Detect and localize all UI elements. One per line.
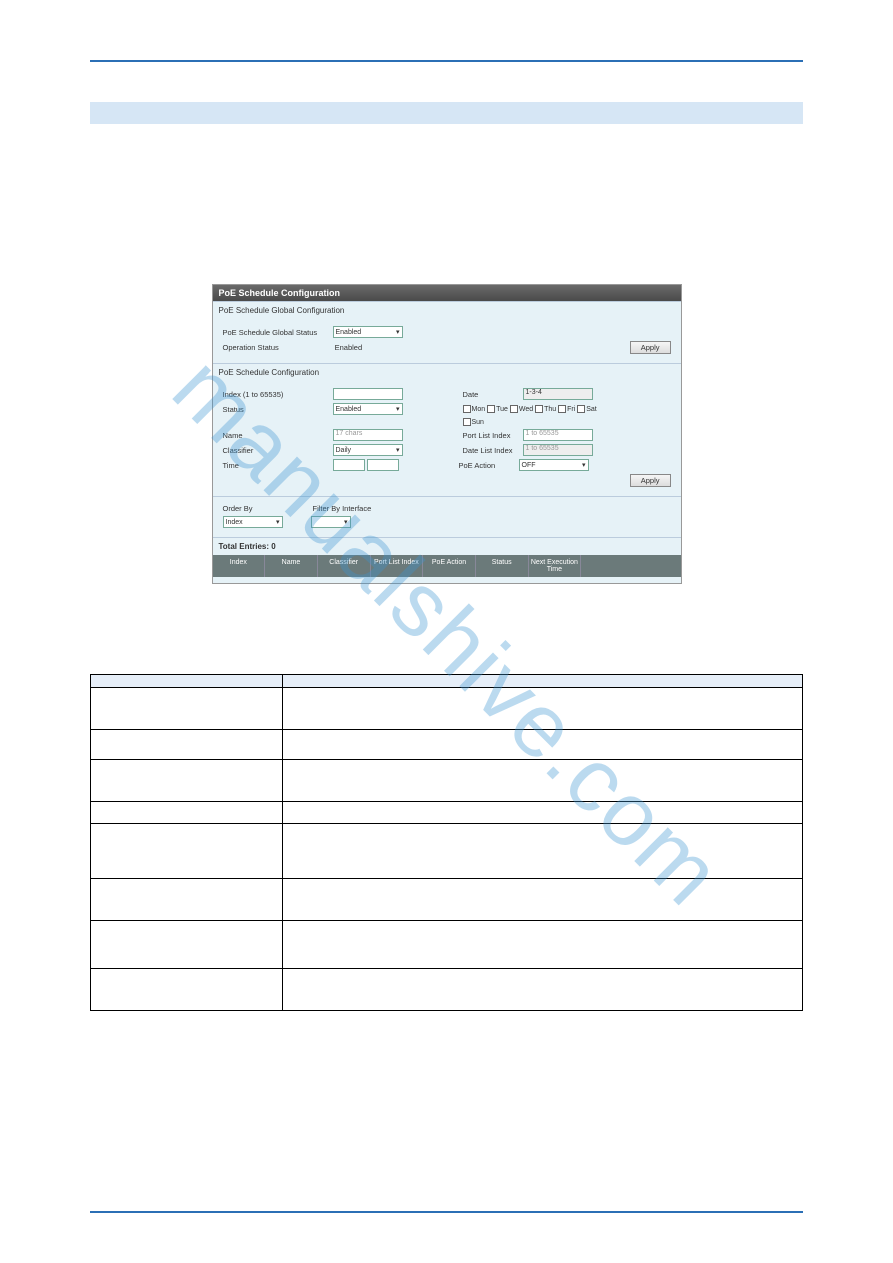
thu-checkbox[interactable]: [535, 405, 543, 413]
date-label: Date: [463, 390, 523, 399]
param-cell: [283, 730, 803, 760]
param-cell: [283, 879, 803, 921]
table-header-row: Index Name Classifier Port List Index Po…: [213, 555, 681, 577]
index-input[interactable]: [333, 388, 403, 400]
hdr-poeaction: PoE Action: [423, 555, 476, 577]
param-cell: [91, 802, 283, 824]
hdr-next: Next Execution Time: [529, 555, 582, 577]
days-checkboxes: Mon Tue Wed Thu Fri Sat: [463, 405, 663, 413]
param-cell: [283, 688, 803, 730]
param-cell: [91, 730, 283, 760]
table-row: [91, 824, 803, 879]
filter-select[interactable]: [311, 516, 351, 528]
portlist-label: Port List Index: [463, 431, 523, 440]
name-input[interactable]: 17 chars: [333, 429, 403, 441]
param-cell: [91, 969, 283, 1011]
table-row: [91, 921, 803, 969]
table-row: [91, 688, 803, 730]
apply-button-global[interactable]: Apply: [630, 341, 671, 354]
figure-section-config: PoE Schedule Configuration: [213, 363, 681, 381]
param-cell: [91, 824, 283, 879]
param-head-2: [283, 675, 803, 688]
hdr-status: Status: [476, 555, 529, 577]
datelist-input[interactable]: 1 to 65535: [523, 444, 593, 456]
status-select[interactable]: Enabled: [333, 403, 403, 415]
time-input-2[interactable]: [367, 459, 399, 471]
figure-title: PoE Schedule Configuration: [213, 285, 681, 301]
sat-checkbox[interactable]: [577, 405, 585, 413]
param-cell: [283, 969, 803, 1011]
wed-checkbox[interactable]: [510, 405, 518, 413]
sun-checkbox[interactable]: [463, 418, 471, 426]
hdr-index: Index: [213, 555, 266, 577]
sun-row: Sun: [463, 418, 484, 426]
poe-schedule-figure: PoE Schedule Configuration PoE Schedule …: [212, 284, 682, 584]
global-status-label: PoE Schedule Global Status: [223, 328, 333, 337]
table-row: [91, 969, 803, 1011]
poeaction-label: PoE Action: [459, 461, 519, 470]
param-head-1: [91, 675, 283, 688]
hdr-portlist: Port List Index: [371, 555, 424, 577]
parameter-table: [90, 674, 803, 1011]
param-cell: [283, 760, 803, 802]
orderby-select[interactable]: Index: [223, 516, 283, 528]
table-row: [91, 730, 803, 760]
param-cell: [283, 921, 803, 969]
figure-container: PoE Schedule Configuration PoE Schedule …: [90, 284, 803, 584]
param-cell: [283, 802, 803, 824]
fri-checkbox[interactable]: [558, 405, 566, 413]
param-cell: [283, 824, 803, 879]
tue-checkbox[interactable]: [487, 405, 495, 413]
time-label: Time: [223, 461, 333, 470]
filter-label: Filter By Interface: [313, 504, 372, 513]
section-heading-bar: [90, 102, 803, 124]
index-label: Index (1 to 65535): [223, 390, 333, 399]
figure-section-global: PoE Schedule Global Configuration: [213, 301, 681, 319]
param-cell: [91, 921, 283, 969]
time-input-1[interactable]: [333, 459, 365, 471]
name-label: Name: [223, 431, 333, 440]
hdr-name: Name: [265, 555, 318, 577]
global-status-select[interactable]: Enabled: [333, 326, 403, 338]
total-entries: Total Entries: 0: [213, 537, 681, 555]
table-row: [91, 802, 803, 824]
table-row: [91, 879, 803, 921]
operation-status-value: Enabled: [335, 343, 363, 352]
bottom-rule: [90, 1211, 803, 1213]
status-label: Status: [223, 405, 333, 414]
hdr-classifier: Classifier: [318, 555, 371, 577]
poeaction-select[interactable]: OFF: [519, 459, 589, 471]
table-row: [91, 760, 803, 802]
param-cell: [91, 760, 283, 802]
classifier-select[interactable]: Daily: [333, 444, 403, 456]
hdr-blank: [581, 555, 680, 577]
mon-checkbox[interactable]: [463, 405, 471, 413]
apply-button-config[interactable]: Apply: [630, 474, 671, 487]
operation-status-label: Operation Status: [223, 343, 333, 352]
param-table-head-row: [91, 675, 803, 688]
datelist-label: Date List Index: [463, 446, 523, 455]
date-input[interactable]: 1-3-4: [523, 388, 593, 400]
orderby-label: Order By: [223, 504, 313, 513]
top-rule: [90, 60, 803, 62]
param-cell: [91, 879, 283, 921]
portlist-input[interactable]: 1 to 65535: [523, 429, 593, 441]
intro-text-block: [90, 164, 803, 274]
param-cell: [91, 688, 283, 730]
classifier-label: Classifier: [223, 446, 333, 455]
